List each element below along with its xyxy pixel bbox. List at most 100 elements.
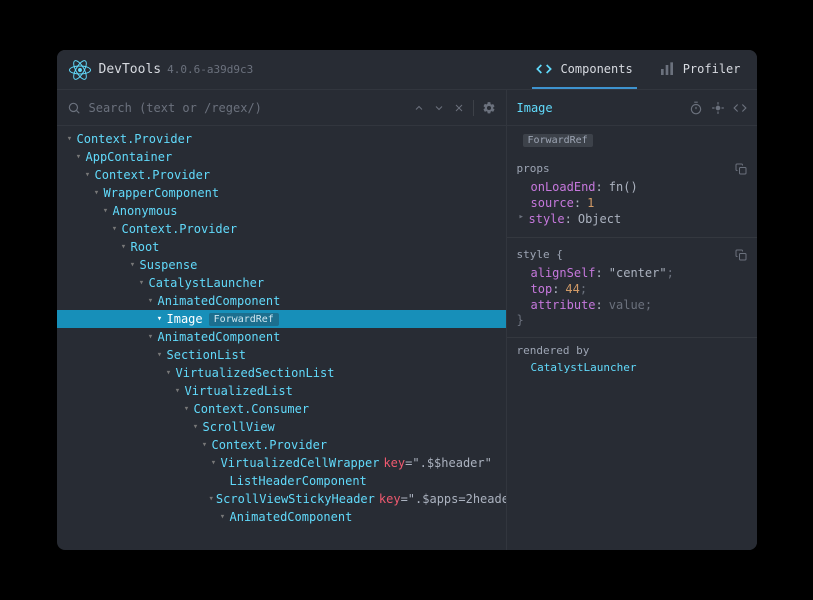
expand-arrow-icon[interactable]: ▾ xyxy=(146,296,156,306)
code-brackets-icon xyxy=(733,101,747,115)
tree-row[interactable]: ▾Root xyxy=(57,238,506,256)
inspector-title: Image xyxy=(517,101,553,115)
tree-row[interactable]: ▾VirtualizedSectionList xyxy=(57,364,506,382)
expand-arrow-icon[interactable]: ▾ xyxy=(155,350,165,360)
prop-row[interactable]: onLoadEnd: fn() xyxy=(517,179,747,195)
view-source-button[interactable] xyxy=(733,101,747,115)
expand-arrow-icon[interactable]: ▾ xyxy=(164,368,174,378)
copy-style-button[interactable] xyxy=(735,249,747,261)
expand-arrow-icon[interactable]: ▾ xyxy=(182,404,192,414)
tree-row[interactable]: ▾ImageForwardRef xyxy=(57,310,506,328)
style-value: "center" xyxy=(609,266,667,280)
tab-profiler[interactable]: Profiler xyxy=(655,50,745,89)
expand-arrow-icon[interactable]: ▾ xyxy=(65,134,75,144)
expand-arrow-icon[interactable]: ▾ xyxy=(92,188,102,198)
expand-arrow-icon[interactable]: ▾ xyxy=(110,224,120,234)
expand-arrow-icon[interactable]: ▾ xyxy=(137,278,147,288)
tree-row[interactable]: ▾Context.Provider xyxy=(57,130,506,148)
tree-row[interactable]: ▾Context.Provider xyxy=(57,166,506,184)
code-icon xyxy=(536,61,552,77)
suspend-button[interactable] xyxy=(689,101,703,115)
style-row[interactable]: attribute: value; xyxy=(517,297,747,313)
tabs: Components Profiler xyxy=(532,50,744,89)
tree-row[interactable]: ▾AppContainer xyxy=(57,148,506,166)
prop-row[interactable]: source: 1 xyxy=(517,195,747,211)
copy-icon xyxy=(735,249,747,261)
tab-components-label: Components xyxy=(560,62,632,76)
expand-arrow-icon[interactable]: ▾ xyxy=(83,170,93,180)
prop-row[interactable]: ▸style: Object xyxy=(517,211,747,227)
style-value: value xyxy=(609,298,645,312)
tab-components[interactable]: Components xyxy=(532,50,636,89)
expand-arrow-icon[interactable]: ▾ xyxy=(101,206,111,216)
search-prev-button[interactable] xyxy=(413,102,425,114)
expand-arrow-icon[interactable]: ▾ xyxy=(209,458,219,468)
search-next-button[interactable] xyxy=(433,102,445,114)
expand-arrow-icon[interactable]: ▾ xyxy=(128,260,138,270)
rendered-by-section: rendered by CatalystLauncher xyxy=(507,338,757,380)
component-tree[interactable]: ▾Context.Provider▾AppContainer▾Context.P… xyxy=(57,126,506,550)
style-row[interactable]: top: 44; xyxy=(517,281,747,297)
style-section: style { alignSelf: "center";top: 44;attr… xyxy=(507,238,757,337)
expand-arrow-icon[interactable]: ▾ xyxy=(155,314,165,324)
tree-row[interactable]: ▾Suspense xyxy=(57,256,506,274)
tab-profiler-label: Profiler xyxy=(683,62,741,76)
devtools-window: DevTools 4.0.6-a39d9c3 Components Profil… xyxy=(57,50,757,550)
tree-row[interactable]: ▾Context.Consumer xyxy=(57,400,506,418)
react-logo-icon xyxy=(69,59,91,81)
chevron-up-icon xyxy=(413,102,425,114)
tree-row[interactable]: ▾Context.Provider xyxy=(57,436,506,454)
expand-arrow-icon[interactable]: ▾ xyxy=(74,152,84,162)
tree-row[interactable]: ▾VirtualizedCellWrapperkey=".$$header" xyxy=(57,454,506,472)
copy-props-button[interactable] xyxy=(735,163,747,175)
key-value: .$apps=2header xyxy=(415,492,505,506)
rendered-by-link[interactable]: CatalystLauncher xyxy=(517,361,747,374)
component-name: Context.Provider xyxy=(122,222,238,236)
tree-row[interactable]: ▾WrapperComponent xyxy=(57,184,506,202)
stopwatch-icon xyxy=(689,101,703,115)
expand-caret-icon[interactable]: ▸ xyxy=(519,212,529,226)
expand-arrow-icon[interactable]: ▾ xyxy=(200,440,210,450)
inspect-dom-button[interactable] xyxy=(711,101,725,115)
tree-row[interactable]: ▾ScrollView xyxy=(57,418,506,436)
component-name: Anonymous xyxy=(113,204,178,218)
style-row[interactable]: alignSelf: "center"; xyxy=(517,265,747,281)
expand-arrow-icon[interactable]: ▾ xyxy=(119,242,129,252)
component-name: VirtualizedSectionList xyxy=(176,366,335,380)
app-title: DevTools xyxy=(99,62,162,77)
tree-row[interactable]: ▾AnimatedComponent xyxy=(57,508,506,526)
component-name: VirtualizedList xyxy=(185,384,293,398)
component-name: AnimatedComponent xyxy=(158,330,281,344)
component-name: Suspense xyxy=(140,258,198,272)
tree-row[interactable]: ListHeaderComponent xyxy=(57,472,506,490)
search-clear-button[interactable] xyxy=(453,102,465,114)
app-version: 4.0.6-a39d9c3 xyxy=(167,63,253,76)
tree-row[interactable]: ▾AnimatedComponent xyxy=(57,292,506,310)
style-key: attribute xyxy=(531,298,596,312)
tree-row[interactable]: ▾SectionList xyxy=(57,346,506,364)
tree-row[interactable]: ▾Context.Provider xyxy=(57,220,506,238)
tree-row[interactable]: ▾CatalystLauncher xyxy=(57,274,506,292)
left-pane: ▾Context.Provider▾AppContainer▾Context.P… xyxy=(57,90,507,550)
expand-arrow-icon[interactable]: ▾ xyxy=(191,422,201,432)
prop-key: source xyxy=(531,196,574,210)
header: DevTools 4.0.6-a39d9c3 Components Profil… xyxy=(57,50,757,90)
bug-icon xyxy=(711,101,725,115)
tree-row[interactable]: ▾VirtualizedList xyxy=(57,382,506,400)
component-name: SectionList xyxy=(167,348,246,362)
component-name: Context.Provider xyxy=(77,132,193,146)
component-name: Root xyxy=(131,240,160,254)
settings-button[interactable] xyxy=(482,101,496,115)
component-name: AnimatedComponent xyxy=(158,294,281,308)
search-bar xyxy=(57,90,506,126)
expand-arrow-icon[interactable]: ▾ xyxy=(173,386,183,396)
tree-row[interactable]: ▾AnimatedComponent xyxy=(57,328,506,346)
expand-arrow-icon[interactable]: ▾ xyxy=(146,332,156,342)
expand-arrow-icon[interactable]: ▾ xyxy=(218,512,228,522)
tree-row[interactable]: ▾Anonymous xyxy=(57,202,506,220)
expand-arrow-icon[interactable]: ▾ xyxy=(209,494,214,504)
tree-row[interactable]: ▾ScrollViewStickyHeaderkey=".$apps=2head… xyxy=(57,490,506,508)
right-pane: Image ForwardRef props xyxy=(507,90,757,550)
style-value: 44 xyxy=(565,282,579,296)
search-input[interactable] xyxy=(89,101,405,115)
